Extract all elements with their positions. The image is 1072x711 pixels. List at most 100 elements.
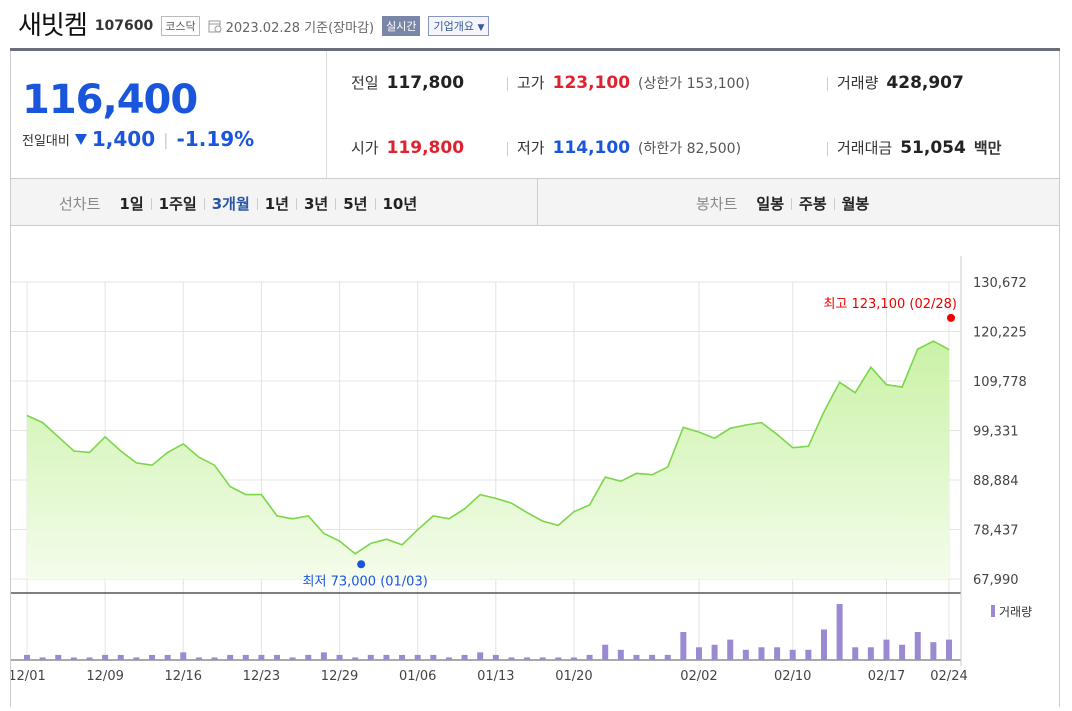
tab-weekly[interactable]: 주봉 — [792, 193, 834, 214]
volume-bar — [289, 657, 296, 660]
stock-header: 새빗켐 107600 코스닥 2023.02.28 기준(장마감) 실시간 기업… — [18, 4, 490, 42]
volume-bar — [86, 657, 93, 660]
volume-bar — [774, 647, 781, 660]
high-marker — [947, 313, 955, 322]
x-tick-label: 02/02 — [680, 669, 717, 684]
chevron-down-icon: ▼ — [477, 23, 485, 33]
volume-bar — [399, 654, 406, 660]
company-overview-button[interactable]: 기업개요 ▼ — [428, 16, 490, 36]
volume-bar — [914, 632, 921, 660]
trade-amount: 거래대금 51,054 백만 — [837, 137, 1001, 158]
low-value: 114,100 — [552, 138, 631, 158]
y-tick-label: 67,990 — [973, 573, 1019, 588]
volume-bar — [664, 654, 671, 660]
realtime-button[interactable]: 실시간 — [382, 16, 421, 36]
amount-value: 51,054 — [900, 138, 966, 158]
volume-bar — [477, 652, 484, 660]
volume-label: 거래량 — [837, 74, 879, 92]
change-percent: -1.19% — [176, 127, 255, 151]
open-value: 119,800 — [386, 138, 465, 158]
price-divider — [326, 51, 327, 178]
change-separator: | — [163, 129, 169, 149]
volume-bar — [836, 604, 843, 660]
volume-bar — [946, 639, 952, 660]
volume-bar — [274, 654, 281, 660]
y-tick-label: 78,437 — [973, 524, 1019, 539]
calendar-icon — [208, 20, 222, 33]
volume-bar — [727, 639, 734, 660]
current-price: 116,400 — [22, 77, 198, 123]
low-label: 저가 — [517, 139, 545, 157]
high-annotation: 최고 123,100 (02/28) — [823, 297, 957, 312]
volume-bar — [805, 649, 812, 660]
x-tick-label: 12/09 — [86, 669, 123, 684]
volume-bar — [711, 644, 718, 660]
volume-bar — [102, 654, 109, 660]
stock-name: 새빗켐 — [18, 10, 88, 41]
volume-bar — [320, 652, 327, 660]
volume-bar — [539, 657, 546, 660]
x-tick-label: 02/24 — [930, 669, 967, 684]
chart-tabbar: 선차트 1일 1주일 3개월 1년 3년 5년 10년 봉차트 일봉 주봉 월봉 — [10, 179, 1060, 226]
open-label: 시가 — [351, 139, 379, 157]
y-axis-labels: 130,672 120,225 109,778 99,331 88,884 78,437 6… — [973, 276, 1027, 588]
volume-bar — [414, 654, 421, 660]
volume-bar — [508, 657, 515, 660]
volume-bar — [617, 649, 624, 660]
line-chart-label: 선차트 — [59, 195, 101, 213]
stat-separator — [507, 142, 508, 156]
y-tick-label: 130,672 — [973, 276, 1027, 291]
tab-1d[interactable]: 1일 — [112, 193, 150, 214]
x-tick-label: 12/23 — [243, 669, 280, 684]
amount-unit: 백만 — [973, 139, 1002, 157]
volume-bar — [570, 657, 577, 660]
volume-bar — [39, 657, 46, 660]
volume-bar — [695, 647, 702, 660]
upper-limit: (상한가 153,100) — [638, 76, 750, 92]
down-triangle-icon — [74, 134, 87, 145]
volume-bar — [899, 644, 906, 660]
volume-bar — [492, 654, 499, 660]
stock-code: 107600 — [94, 18, 154, 34]
stat-separator — [827, 77, 828, 91]
prev-close-label: 전일 — [351, 74, 379, 92]
x-tick-label: 02/17 — [868, 669, 905, 684]
tab-10y[interactable]: 10년 — [376, 193, 425, 214]
volume-bar — [789, 649, 796, 660]
amount-label: 거래대금 — [837, 139, 893, 157]
x-tick-label: 01/06 — [399, 669, 436, 684]
stat-separator — [827, 142, 828, 156]
company-overview-label: 기업개요 — [433, 20, 474, 33]
tab-monthly[interactable]: 월봉 — [835, 193, 877, 214]
volume-bar — [930, 642, 937, 660]
volume-bar — [180, 652, 187, 660]
y-tick-label: 120,225 — [973, 326, 1027, 341]
change-label: 전일대비 — [22, 133, 70, 149]
volume-bar — [305, 654, 312, 660]
volume-stat: 거래량 428,907 — [837, 72, 964, 93]
volume-bar — [758, 647, 765, 660]
y-tick-label: 109,778 — [973, 375, 1027, 390]
volume-bar — [55, 654, 62, 660]
tab-1y[interactable]: 1년 — [258, 193, 296, 214]
prev-close: 전일 117,800 — [351, 72, 464, 93]
volume-bar — [195, 657, 202, 660]
volume-bar — [242, 654, 249, 660]
market-badge: 코스닥 — [161, 16, 200, 36]
volume-bar — [820, 629, 827, 660]
tab-5y[interactable]: 5년 — [336, 193, 374, 214]
volume-legend-swatch — [991, 605, 995, 617]
volume-bar — [867, 647, 874, 660]
volume-bar — [133, 657, 140, 660]
volume-bar — [742, 649, 749, 660]
high-price: 고가 123,100 (상한가 153,100) — [517, 72, 750, 93]
tab-1w[interactable]: 1주일 — [152, 193, 204, 214]
x-tick-label: 02/10 — [774, 669, 811, 684]
volume-bar — [149, 654, 156, 660]
volume-bar — [555, 657, 562, 660]
volume-bar — [383, 654, 390, 660]
tab-3y[interactable]: 3년 — [297, 193, 335, 214]
tab-daily[interactable]: 일봉 — [749, 193, 791, 214]
volume-bar — [70, 657, 77, 660]
tab-3m[interactable]: 3개월 — [205, 193, 257, 214]
